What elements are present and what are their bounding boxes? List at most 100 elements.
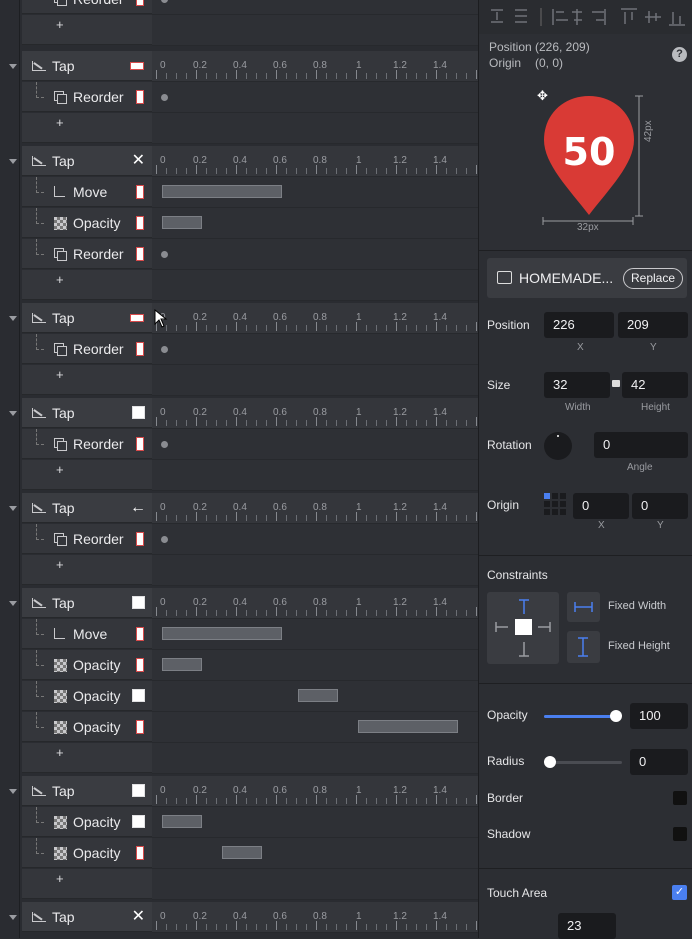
align-icons[interactable] <box>479 0 692 34</box>
group-swatch[interactable] <box>132 406 145 419</box>
keyframe-swatch[interactable] <box>136 0 144 6</box>
keyframe-dot[interactable] <box>161 94 168 101</box>
row-name-cell[interactable]: Opacity <box>22 712 152 742</box>
arrow-left-icon[interactable]: ← <box>130 499 146 517</box>
shadow-toggle[interactable] <box>673 827 687 841</box>
group-swatch[interactable] <box>130 314 144 322</box>
row-name-cell[interactable]: Reorder <box>22 82 152 112</box>
fixed-width-button[interactable] <box>567 592 600 622</box>
keyframe-swatch[interactable] <box>136 532 144 546</box>
row-name-cell[interactable]: Tap <box>22 588 152 618</box>
row-name-cell[interactable]: Tap <box>22 51 152 81</box>
position-y-field[interactable]: 209 <box>618 312 688 338</box>
add-animation-button[interactable]: + <box>56 745 64 760</box>
opacity-slider-knob[interactable] <box>610 710 622 722</box>
add-animation-button[interactable]: + <box>56 17 64 32</box>
group-swatch[interactable] <box>132 596 145 609</box>
row-name-cell[interactable]: + <box>22 743 152 773</box>
group-swatch[interactable] <box>132 784 145 797</box>
keyframe-swatch[interactable] <box>136 720 144 734</box>
keyframe-swatch[interactable] <box>132 815 145 828</box>
collapse-arrow-icon[interactable] <box>9 789 17 794</box>
row-name-cell[interactable]: Reorder <box>22 429 152 459</box>
animation-bar[interactable] <box>358 720 458 733</box>
row-name-cell[interactable]: + <box>22 869 152 899</box>
row-name-cell[interactable]: + <box>22 460 152 490</box>
keyframe-swatch[interactable] <box>136 216 144 230</box>
close-icon[interactable]: ✕ <box>132 909 145 925</box>
row-name-cell[interactable]: Opacity <box>22 807 152 837</box>
border-toggle[interactable] <box>673 791 687 805</box>
add-animation-button[interactable]: + <box>56 115 64 130</box>
row-name-cell[interactable]: Move <box>22 177 152 207</box>
origin-y-field[interactable]: 0 <box>632 493 688 519</box>
row-name-cell[interactable]: Opacity <box>22 838 152 868</box>
close-icon[interactable]: ✕ <box>132 153 145 169</box>
add-animation-button[interactable]: + <box>56 367 64 382</box>
row-name-cell[interactable]: + <box>22 555 152 585</box>
keyframe-dot[interactable] <box>161 0 168 3</box>
animation-bar[interactable] <box>222 846 262 859</box>
row-name-cell[interactable]: Opacity <box>22 650 152 680</box>
add-animation-button[interactable]: + <box>56 871 64 886</box>
row-name-cell[interactable]: Move <box>22 619 152 649</box>
row-name-cell[interactable]: Tap ✕ <box>22 902 152 932</box>
origin-grid-icon[interactable] <box>544 493 570 519</box>
position-x-field[interactable]: 226 <box>544 312 614 338</box>
fixed-height-button[interactable] <box>567 631 600 663</box>
touch-area-checkbox[interactable]: ✓ <box>672 885 687 900</box>
row-name-cell[interactable]: + <box>22 365 152 395</box>
keyframe-swatch[interactable] <box>136 627 144 641</box>
collapse-arrow-icon[interactable] <box>9 601 17 606</box>
row-name-cell[interactable]: Reorder <box>22 0 152 14</box>
keyframe-dot[interactable] <box>161 251 168 258</box>
row-name-cell[interactable]: Tap ✕ <box>22 146 152 176</box>
keyframe-swatch[interactable] <box>136 247 144 261</box>
collapse-arrow-icon[interactable] <box>9 506 17 511</box>
row-name-cell[interactable]: Opacity <box>22 208 152 238</box>
add-animation-button[interactable]: + <box>56 462 64 477</box>
row-name-cell[interactable]: + <box>22 15 152 45</box>
row-name-cell[interactable]: Tap <box>22 776 152 806</box>
replace-button[interactable]: Replace <box>623 268 683 289</box>
row-name-cell[interactable]: + <box>22 270 152 300</box>
collapse-arrow-icon[interactable] <box>9 316 17 321</box>
animation-bar[interactable] <box>162 185 282 198</box>
keyframe-dot[interactable] <box>161 346 168 353</box>
row-name-cell[interactable]: Reorder <box>22 239 152 269</box>
keyframe-swatch[interactable] <box>136 658 144 672</box>
size-height-field[interactable]: 42 <box>622 372 688 398</box>
collapse-arrow-icon[interactable] <box>9 159 17 164</box>
row-name-cell[interactable]: + <box>22 113 152 143</box>
keyframe-swatch[interactable] <box>132 689 145 702</box>
radius-slider-knob[interactable] <box>544 756 556 768</box>
keyframe-swatch[interactable] <box>136 437 144 451</box>
keyframe-swatch[interactable] <box>136 185 144 199</box>
keyframe-dot[interactable] <box>161 536 168 543</box>
row-name-cell[interactable]: Tap ← <box>22 493 152 523</box>
touch-area-field[interactable]: 23 <box>558 913 616 939</box>
row-name-cell[interactable]: Tap <box>22 303 152 333</box>
rotation-angle-field[interactable]: 0 <box>594 432 688 458</box>
animation-bar[interactable] <box>162 658 202 671</box>
collapse-arrow-icon[interactable] <box>9 915 17 920</box>
add-animation-button[interactable]: + <box>56 557 64 572</box>
lock-icon[interactable] <box>612 380 620 387</box>
collapse-arrow-icon[interactable] <box>9 411 17 416</box>
radius-field[interactable]: 0 <box>630 749 688 775</box>
group-swatch[interactable] <box>130 62 144 70</box>
collapse-arrow-icon[interactable] <box>9 64 17 69</box>
row-name-cell[interactable]: Opacity <box>22 681 152 711</box>
row-name-cell[interactable]: Reorder <box>22 334 152 364</box>
animation-bar[interactable] <box>298 689 338 702</box>
row-name-cell[interactable]: Tap <box>22 398 152 428</box>
constraints-widget[interactable] <box>487 592 559 664</box>
keyframe-swatch[interactable] <box>136 342 144 356</box>
size-width-field[interactable]: 32 <box>544 372 610 398</box>
add-animation-button[interactable]: + <box>56 272 64 287</box>
row-name-cell[interactable]: Reorder <box>22 524 152 554</box>
animation-bar[interactable] <box>162 627 282 640</box>
keyframe-swatch[interactable] <box>136 90 144 104</box>
keyframe-swatch[interactable] <box>136 846 144 860</box>
opacity-field[interactable]: 100 <box>630 703 688 729</box>
